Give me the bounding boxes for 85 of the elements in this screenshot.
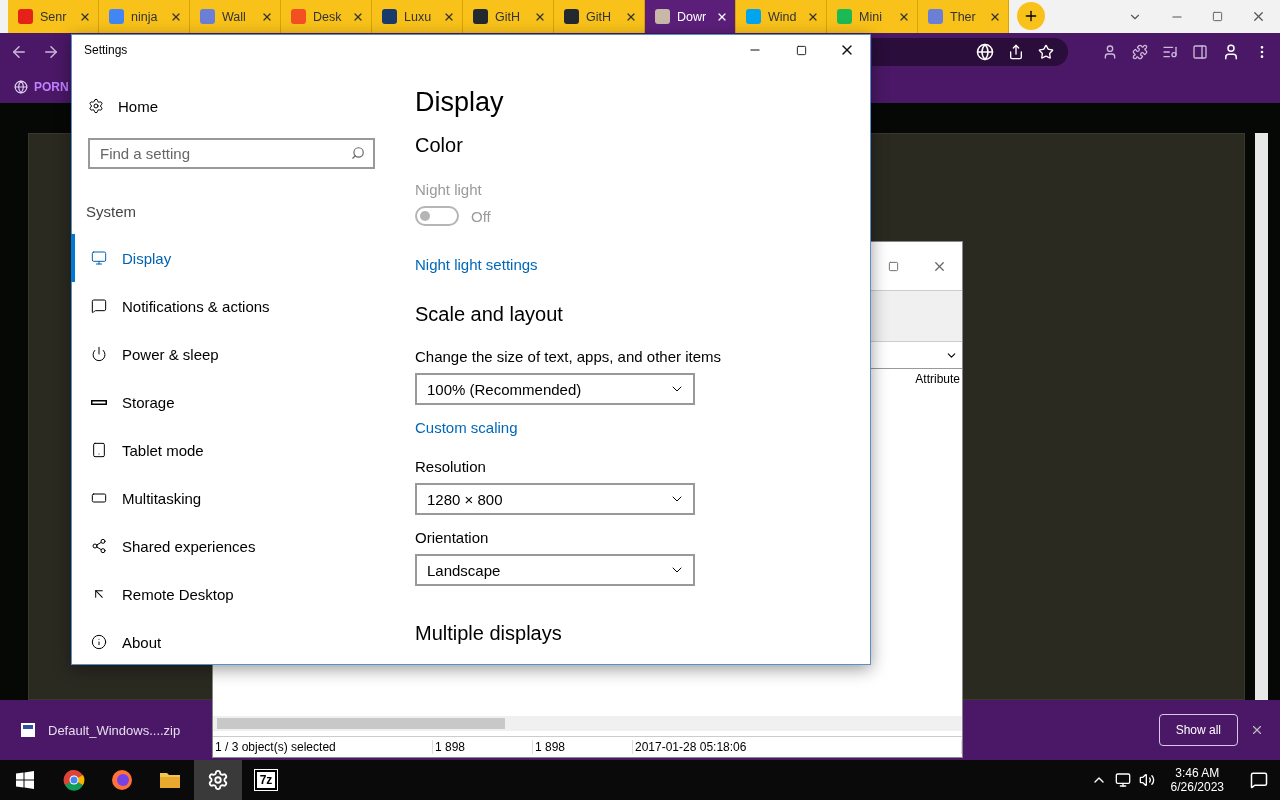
settings-link[interactable]: Night light settings [415,256,538,273]
search-icon[interactable] [351,146,365,160]
browser-tab[interactable]: Wind [736,0,827,33]
settings-link[interactable]: Custom scaling [415,419,518,436]
new-tab-button[interactable] [1017,2,1045,30]
clock[interactable]: 3:46 AM 6/26/2023 [1170,766,1224,794]
browser-tab[interactable]: Dowr [645,0,736,33]
share-icon[interactable] [1008,43,1024,60]
orientation-dropdown[interactable]: Landscape [415,554,695,586]
browser-tab[interactable]: Wall [190,0,281,33]
taskbar-button[interactable] [194,760,242,800]
resolution-dropdown[interactable]: 1280 × 800 [415,483,695,515]
multitasking-icon [91,490,107,506]
zip-file-icon [20,722,36,738]
power-icon [91,346,107,362]
status-text: 1 / 3 object(s) selected [213,740,433,754]
storage-icon [91,399,107,405]
setting-label: Change the size of text, apps, and other items [415,348,721,365]
nav-item[interactable]: Shared experiences [71,522,391,570]
nav-item[interactable]: Tablet mode [71,426,391,474]
address-bar[interactable] [872,37,1068,66]
taskbar-button[interactable]: 7z [242,760,290,800]
status-text: 1 898 [433,740,533,754]
section-heading: Color [415,134,463,157]
bookmark-star-icon[interactable] [1038,43,1054,60]
network-icon[interactable] [1114,772,1131,788]
download-item[interactable]: Default_Windows....zip [48,722,181,738]
status-text: 2017-01-28 05:18:06 [633,740,962,754]
browser-tab[interactable]: GitH [554,0,645,33]
scale-dropdown[interactable]: 100% (Recommended) [415,373,695,405]
nav-item[interactable]: Storage [71,378,391,426]
profile-icon[interactable] [1222,42,1240,61]
bookmark-link[interactable]: PORN [34,79,69,94]
browser-tab[interactable]: Ther [918,0,1009,33]
extensions-icon[interactable] [1132,43,1148,60]
show-all-button[interactable]: Show all [1158,714,1238,746]
nav-item[interactable]: Remote Desktop [71,570,391,618]
maximize-icon[interactable] [795,44,807,56]
close-icon[interactable] [1250,723,1264,737]
notifications-icon[interactable] [1250,771,1268,789]
nav-item[interactable]: About [71,618,391,666]
nav-item[interactable]: Notifications & actions [71,282,391,330]
setting-label: Resolution [415,458,486,475]
section-heading: Scale and layout [415,303,563,326]
window-title: Settings [84,43,128,57]
browser-icon[interactable] [111,769,133,791]
share-icon [91,538,107,554]
browser-tab[interactable]: Mini [827,0,918,33]
browser-tab[interactable]: ninja [99,0,190,33]
plus-icon [1023,8,1039,24]
section-heading: Multiple displays [415,622,562,645]
volume-icon[interactable] [1138,772,1155,788]
setting-label: Orientation [415,529,489,546]
settings-icon [88,98,104,114]
message-icon [91,298,107,314]
folder-icon[interactable] [159,771,181,789]
horizontal-scrollbar[interactable] [213,716,962,731]
nav-item[interactable]: Multitasking [71,474,391,522]
scrollbar[interactable] [1255,133,1268,700]
tablet-icon [91,442,107,458]
archive-app-button[interactable]: 7z [254,770,278,790]
nav-item[interactable]: Power & sleep [71,330,391,378]
browser-icon[interactable] [63,769,85,791]
search-field[interactable]: Find a setting [88,138,375,169]
monitor-icon [91,250,107,266]
status-text: 1 898 [533,740,633,754]
start-icon[interactable] [16,771,34,789]
page-title: Display [415,87,504,118]
toggle-state: Off [471,207,491,225]
browser-tab[interactable]: Senr [8,0,99,33]
side-panel-icon[interactable] [1192,43,1208,60]
browser-tab[interactable]: Desk [281,0,372,33]
globe-icon [14,79,28,94]
setting-label: Night light [415,181,482,198]
browser-tab[interactable]: GitH [463,0,554,33]
home-link[interactable]: Home [72,95,391,117]
globe-icon[interactable] [976,42,994,61]
restore-icon[interactable] [1212,11,1223,22]
column-header[interactable]: Attribute [915,372,960,386]
section-label: System [86,203,137,220]
close-icon[interactable] [1251,9,1266,24]
info-icon [91,634,107,650]
settings-icon[interactable] [207,769,229,791]
browser-tab[interactable]: Luxu [372,0,463,33]
nav-item[interactable]: Display [71,234,391,282]
